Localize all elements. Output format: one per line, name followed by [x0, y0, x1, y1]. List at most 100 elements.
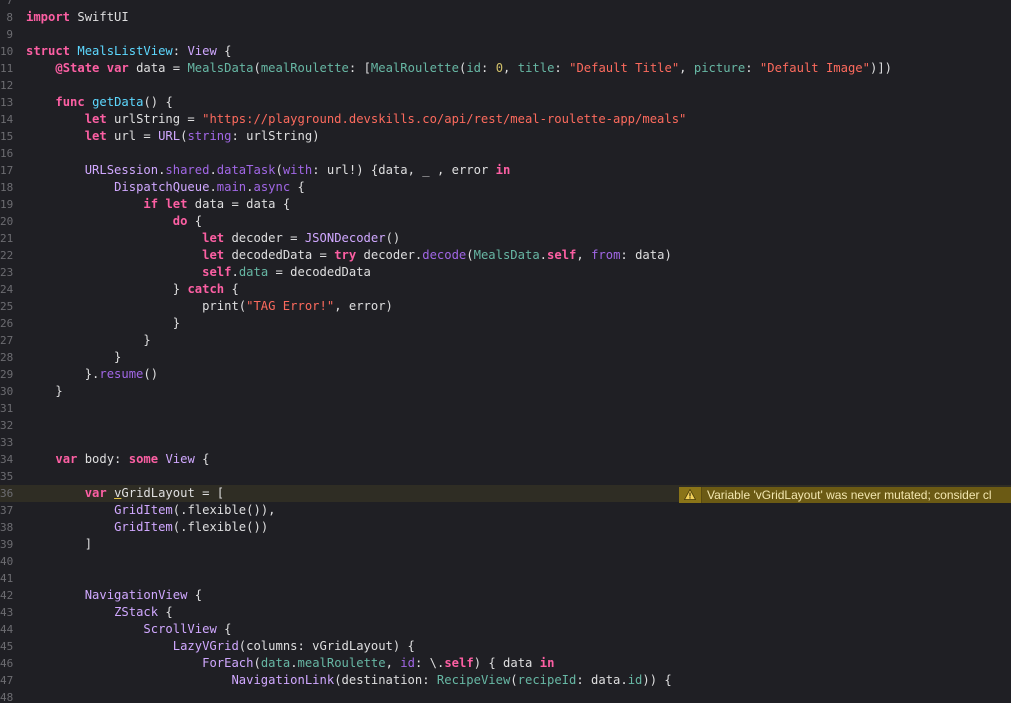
code-line[interactable]: 31	[0, 400, 1011, 417]
code-token: in	[495, 163, 511, 177]
code-line[interactable]: 14 let urlString = "https://playground.d…	[0, 111, 1011, 128]
code-line[interactable]: 43 ZStack {	[0, 604, 1011, 621]
code-line[interactable]: 39 ]	[0, 536, 1011, 553]
code-token: JSONDecoder	[304, 231, 386, 245]
code-token: let	[202, 231, 225, 245]
code-token: (	[253, 61, 261, 75]
code-token: }	[26, 333, 151, 347]
code-line[interactable]: 16	[0, 145, 1011, 162]
code-line[interactable]: 29 }.resume()	[0, 366, 1011, 383]
code-text: DispatchQueue.main.async {	[26, 179, 305, 196]
line-number: 24	[0, 283, 14, 296]
code-line[interactable]: 10 struct MealsListView: View {	[0, 43, 1011, 60]
code-token: GridItem	[114, 520, 173, 534]
code-token: ScrollView	[143, 622, 217, 636]
line-number: 9	[6, 28, 13, 41]
code-text: let decoder = JSONDecoder()	[26, 230, 400, 247]
code-line[interactable]: 28 }	[0, 349, 1011, 366]
code-token: var	[84, 486, 107, 500]
line-number: 18	[0, 181, 14, 194]
code-token: let	[84, 112, 107, 126]
code-line[interactable]: 9	[0, 26, 1011, 43]
code-line[interactable]: 26 }	[0, 315, 1011, 332]
code-token: urlString =	[106, 112, 203, 126]
code-token: (	[466, 248, 474, 262]
code-token: ()	[385, 231, 401, 245]
code-token: body:	[77, 452, 129, 466]
code-line[interactable]: 35	[0, 468, 1011, 485]
code-line[interactable]: 41	[0, 570, 1011, 587]
code-text: func getData() {	[26, 94, 172, 111]
code-line[interactable]: 44 ScrollView {	[0, 621, 1011, 638]
code-token: if	[143, 197, 159, 211]
code-token: .	[209, 163, 217, 177]
code-line[interactable]: 20 do {	[0, 213, 1011, 230]
code-line[interactable]: 19 if let data = data {	[0, 196, 1011, 213]
code-token: :	[481, 61, 496, 75]
code-line[interactable]: 23 self.data = decodedData	[0, 264, 1011, 281]
code-token: .	[209, 180, 217, 194]
line-number: 33	[0, 436, 14, 449]
code-line[interactable]: 30 }	[0, 383, 1011, 400]
code-line[interactable]: 24 } catch {	[0, 281, 1011, 298]
code-editor[interactable]: 7 8 import SwiftUI 9 10 struct MealsListView:…	[0, 0, 1011, 703]
code-token: with	[282, 163, 313, 177]
code-token: async	[253, 180, 291, 194]
code-line[interactable]: 15 let url = URL(string: urlString)	[0, 128, 1011, 145]
code-token: :	[554, 61, 570, 75]
code-line[interactable]: 40	[0, 553, 1011, 570]
code-token: SwiftUI	[70, 10, 129, 24]
line-number: 48	[0, 691, 14, 703]
code-line[interactable]: 32	[0, 417, 1011, 434]
code-line[interactable]: 45 LazyVGrid(columns: vGridLayout) {	[0, 638, 1011, 655]
code-line[interactable]: 11 @State var data = MealsData(mealRoule…	[0, 60, 1011, 77]
code-line[interactable]: 12	[0, 77, 1011, 94]
code-token: RecipeView	[436, 673, 511, 687]
code-token: = decodedData	[268, 265, 371, 279]
code-token: View	[187, 44, 217, 58]
line-number: 31	[0, 402, 14, 415]
code-line[interactable]: 21 let decoder = JSONDecoder()	[0, 230, 1011, 247]
code-line[interactable]: 47 NavigationLink(destination: RecipeVie…	[0, 672, 1011, 689]
code-line[interactable]: 46 ForEach(data.mealRoulette, id: \.self…	[0, 655, 1011, 672]
code-line[interactable]: 27 }	[0, 332, 1011, 349]
code-line[interactable]: 42 NavigationView {	[0, 587, 1011, 604]
code-token: picture	[693, 61, 746, 75]
code-line[interactable]: 7	[0, 0, 1011, 9]
code-line[interactable]: 17 URLSession.shared.dataTask(with: url!…	[0, 162, 1011, 179]
code-token: decodedData =	[224, 248, 335, 262]
line-number: 11	[0, 62, 14, 75]
line-number: 26	[0, 317, 14, 330]
code-token: : data)	[620, 248, 672, 262]
code-text: ScrollView {	[26, 621, 231, 638]
code-line[interactable]: 22 let decodedData = try decoder.decode(…	[0, 247, 1011, 264]
code-token: @State	[55, 61, 100, 75]
code-token: .	[231, 265, 239, 279]
code-token: ,	[576, 248, 592, 262]
code-line[interactable]: 38 GridItem(.flexible())	[0, 519, 1011, 536]
code-line[interactable]: 8 import SwiftUI	[0, 9, 1011, 26]
code-line[interactable]: 25 print("TAG Error!", error)	[0, 298, 1011, 315]
code-line[interactable]: 18 DispatchQueue.main.async {	[0, 179, 1011, 196]
code-line[interactable]: 34 var body: some View {	[0, 451, 1011, 468]
code-token: :	[745, 61, 760, 75]
code-line[interactable]: 33	[0, 434, 1011, 451]
code-token: MealsListView	[77, 44, 173, 58]
code-line[interactable]: 48	[0, 689, 1011, 703]
code-token: func	[55, 95, 85, 109]
line-number: 10	[0, 45, 14, 58]
warning-banner[interactable]: Variable 'vGridLayout' was never mutated…	[679, 487, 1011, 503]
code-token: URL	[158, 129, 181, 143]
code-token: var	[55, 452, 78, 466]
code-token: ()	[143, 367, 159, 381]
code-line[interactable]: 37 GridItem(.flexible()),	[0, 502, 1011, 519]
code-line[interactable]: 13 func getData() {	[0, 94, 1011, 111]
code-token: url =	[106, 129, 159, 143]
code-text: var vGridLayout = [	[26, 485, 224, 502]
code-token: }	[26, 350, 122, 364]
